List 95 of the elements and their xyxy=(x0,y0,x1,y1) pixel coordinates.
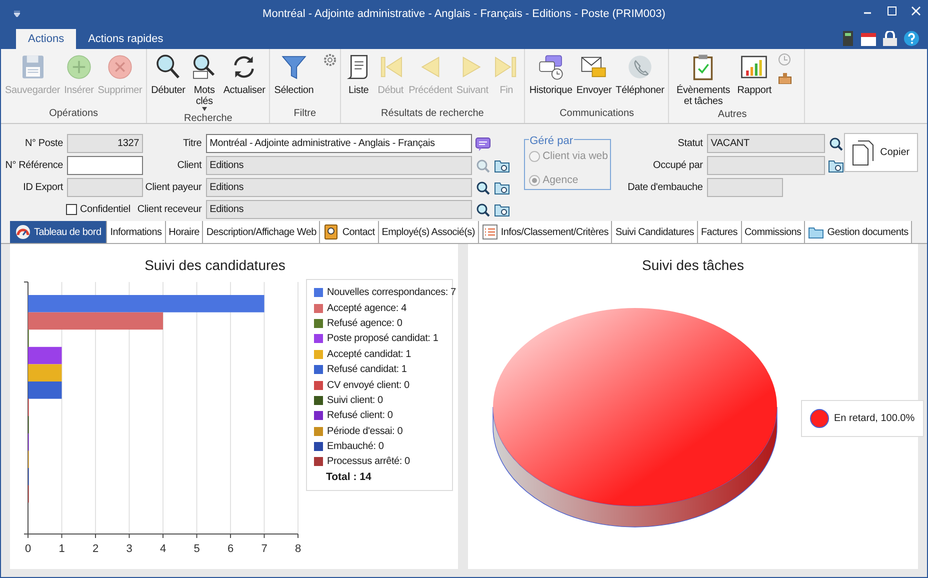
speech-bubble-icon[interactable] xyxy=(474,136,491,152)
tick-label: 6 xyxy=(227,543,234,555)
ribbon-button[interactable]: Évènements et tâches xyxy=(672,53,734,107)
tick-label: 5 xyxy=(194,543,200,555)
ribbon-button[interactable]: Actualiser xyxy=(222,53,266,96)
checkbox-label: Confidentiel xyxy=(80,203,130,217)
tick-label: 0 xyxy=(24,543,32,555)
gear-icon[interactable] xyxy=(322,53,337,67)
tab[interactable]: Infos/Classement/Critères xyxy=(478,221,612,243)
legend-label: Embauché: 0 xyxy=(327,440,384,454)
lock-icon[interactable] xyxy=(883,31,897,46)
field-label: Statut xyxy=(678,137,703,151)
field-label: N° Poste xyxy=(25,137,63,151)
checkbox[interactable] xyxy=(66,204,77,215)
legend-label: Refusé client: 0 xyxy=(327,409,393,424)
ribbon-button[interactable]: Mots clés xyxy=(188,53,220,111)
tab[interactable]: Description/Affichage Web xyxy=(203,221,320,243)
ribbon-tab[interactable]: Actions rapides xyxy=(76,29,176,49)
chat-bubbles-icon xyxy=(536,53,565,81)
search-icon xyxy=(154,53,182,81)
field-label: N° Référence xyxy=(5,159,63,173)
ribbon-button[interactable]: Rapport xyxy=(736,53,772,96)
legend-label: En retard, 100.0% xyxy=(834,412,915,426)
group-label: Résultats de recherche xyxy=(380,107,485,121)
ribbon-button[interactable]: Sélection xyxy=(273,53,315,96)
filter-icon xyxy=(280,53,308,81)
legend-label: CV envoyé client: 0 xyxy=(327,378,410,393)
address-book-icon xyxy=(323,224,340,240)
legend-label: Accepté candidat: 1 xyxy=(327,348,412,362)
ribbon-button[interactable]: Historique xyxy=(528,53,574,96)
group-title: Géré par xyxy=(528,133,574,150)
group-label: Communications xyxy=(558,107,636,121)
documents-icon xyxy=(852,140,874,166)
field-label: Date d'embauche xyxy=(628,181,703,195)
group-label: Opérations xyxy=(48,107,100,121)
field-label: Client receveur xyxy=(137,203,202,217)
tab[interactable]: Employé(s) Associé(s) xyxy=(378,221,479,243)
quick-access-icon[interactable] xyxy=(14,11,20,17)
gauge-icon xyxy=(15,224,31,240)
tick-label: 7 xyxy=(261,543,268,555)
legend-label: Accepté agence: 4 xyxy=(327,302,406,316)
ribbon-button[interactable]: Envoyer xyxy=(575,53,613,96)
legend-label: Refusé agence: 0 xyxy=(327,316,402,331)
radio-label: Client via web xyxy=(542,149,608,164)
plus-icon xyxy=(64,53,93,81)
ribbon-button[interactable]: Liste xyxy=(344,53,374,96)
maximize-icon[interactable] xyxy=(887,6,897,16)
close-icon[interactable] xyxy=(911,6,921,16)
cross-icon xyxy=(106,53,134,81)
calendar-icon[interactable] xyxy=(861,31,876,46)
tab[interactable]: Horaire xyxy=(166,221,204,243)
phone-icon xyxy=(626,53,654,81)
tab[interactable]: Tableau de bord xyxy=(10,221,108,243)
tab[interactable]: Commissions xyxy=(742,221,806,243)
tick-label: 3 xyxy=(126,543,132,555)
calculator-icon[interactable] xyxy=(842,31,854,46)
caret-icon xyxy=(202,107,207,111)
ribbon-tab[interactable]: Actions xyxy=(16,29,76,49)
chart-title: Suivi des tâches xyxy=(641,256,745,275)
tick-label: 4 xyxy=(160,543,166,555)
tab[interactable]: Contact xyxy=(320,221,379,243)
legend-label: Processus arrêté: 0 xyxy=(327,455,410,470)
ribbon-button[interactable]: Débuter xyxy=(150,53,186,96)
legend-label: Poste proposé candidat: 1 xyxy=(327,332,438,346)
ribbon-button[interactable]: Téléphoner xyxy=(614,53,666,96)
tick-label: 2 xyxy=(92,543,99,555)
group-label: Filtre xyxy=(292,107,318,121)
field-label: Titre xyxy=(182,137,202,151)
bar-chart-icon xyxy=(740,53,768,81)
field-label: Client xyxy=(177,159,202,173)
list-icon xyxy=(482,224,498,240)
tick-label: 1 xyxy=(58,543,65,555)
chart-title: Suivi des candidatures xyxy=(144,256,286,275)
tick-label: 8 xyxy=(294,543,302,555)
field-label: ID Export xyxy=(23,181,63,195)
input-field[interactable]: Montréal - Adjointe administrative - Anglais - Français xyxy=(206,134,472,153)
tray-icon[interactable] xyxy=(778,72,792,84)
legend-label: Suivi client: 0 xyxy=(327,394,383,408)
tab[interactable]: Informations xyxy=(107,221,166,243)
tab[interactable]: Suivi Candidatures xyxy=(612,221,698,243)
legend-total: Total : 14 xyxy=(325,470,372,485)
group-label: Recherche xyxy=(183,112,234,126)
input-field[interactable] xyxy=(67,156,143,175)
copy-button[interactable]: Copier xyxy=(844,133,918,172)
window-title: Montréal - Adjointe administrative - Anglais - Français - Editions - Poste (PRIM003) xyxy=(262,7,666,22)
legend-label: Nouvelles correspondances: 7 xyxy=(327,286,456,300)
field-label: Client payeur xyxy=(145,181,202,195)
field-label: Occupé par xyxy=(653,159,703,173)
legend-label: Refusé candidat: 1 xyxy=(327,363,407,378)
tab[interactable]: Gestion documents xyxy=(805,221,912,243)
help-icon[interactable] xyxy=(904,31,919,46)
legend-label: Période d'essai: 0 xyxy=(327,424,403,439)
radio-label: Agence xyxy=(542,172,578,188)
tab[interactable]: Factures xyxy=(698,221,742,243)
group-label: Autres xyxy=(716,108,748,122)
